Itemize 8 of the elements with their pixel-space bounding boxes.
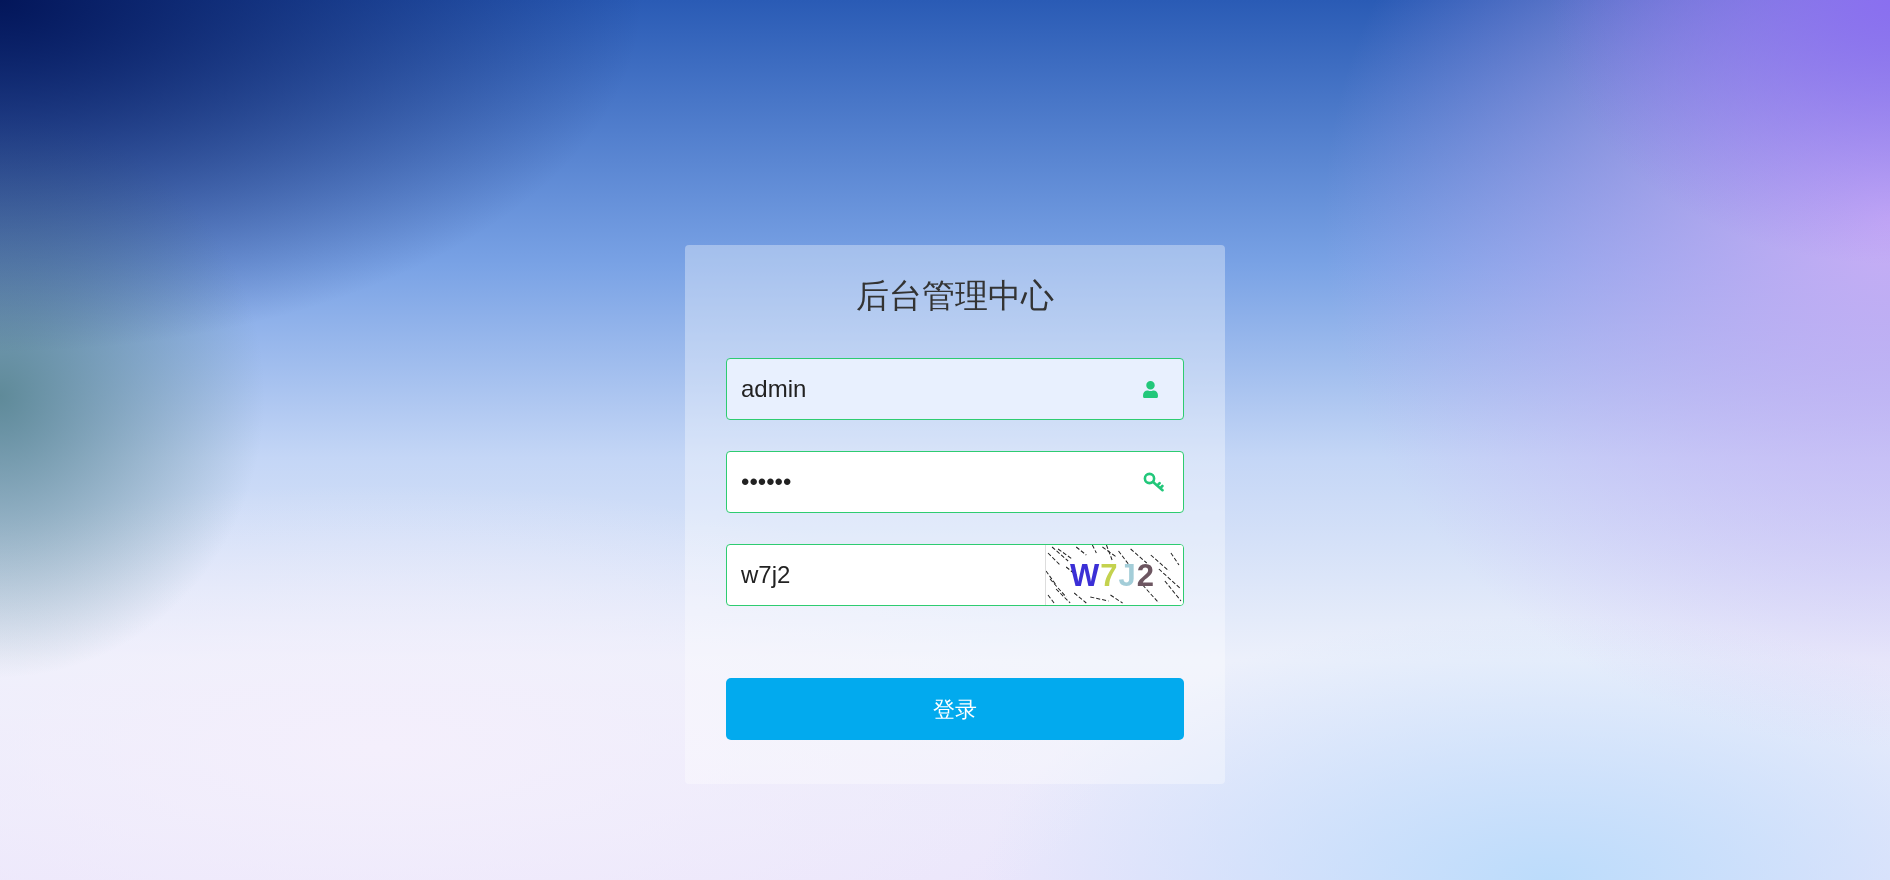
key-icon [1143, 472, 1165, 492]
captcha-field[interactable]: w7j2 W7J2 [726, 544, 1184, 606]
username-field[interactable]: admin [726, 358, 1184, 420]
user-icon [1143, 380, 1158, 398]
card-title: 后台管理中心 [855, 276, 1055, 316]
password-field[interactable]: •••••• [726, 451, 1184, 513]
captcha-text: W7J2 [1070, 559, 1155, 591]
captcha-image[interactable]: W7J2 [1045, 545, 1183, 605]
